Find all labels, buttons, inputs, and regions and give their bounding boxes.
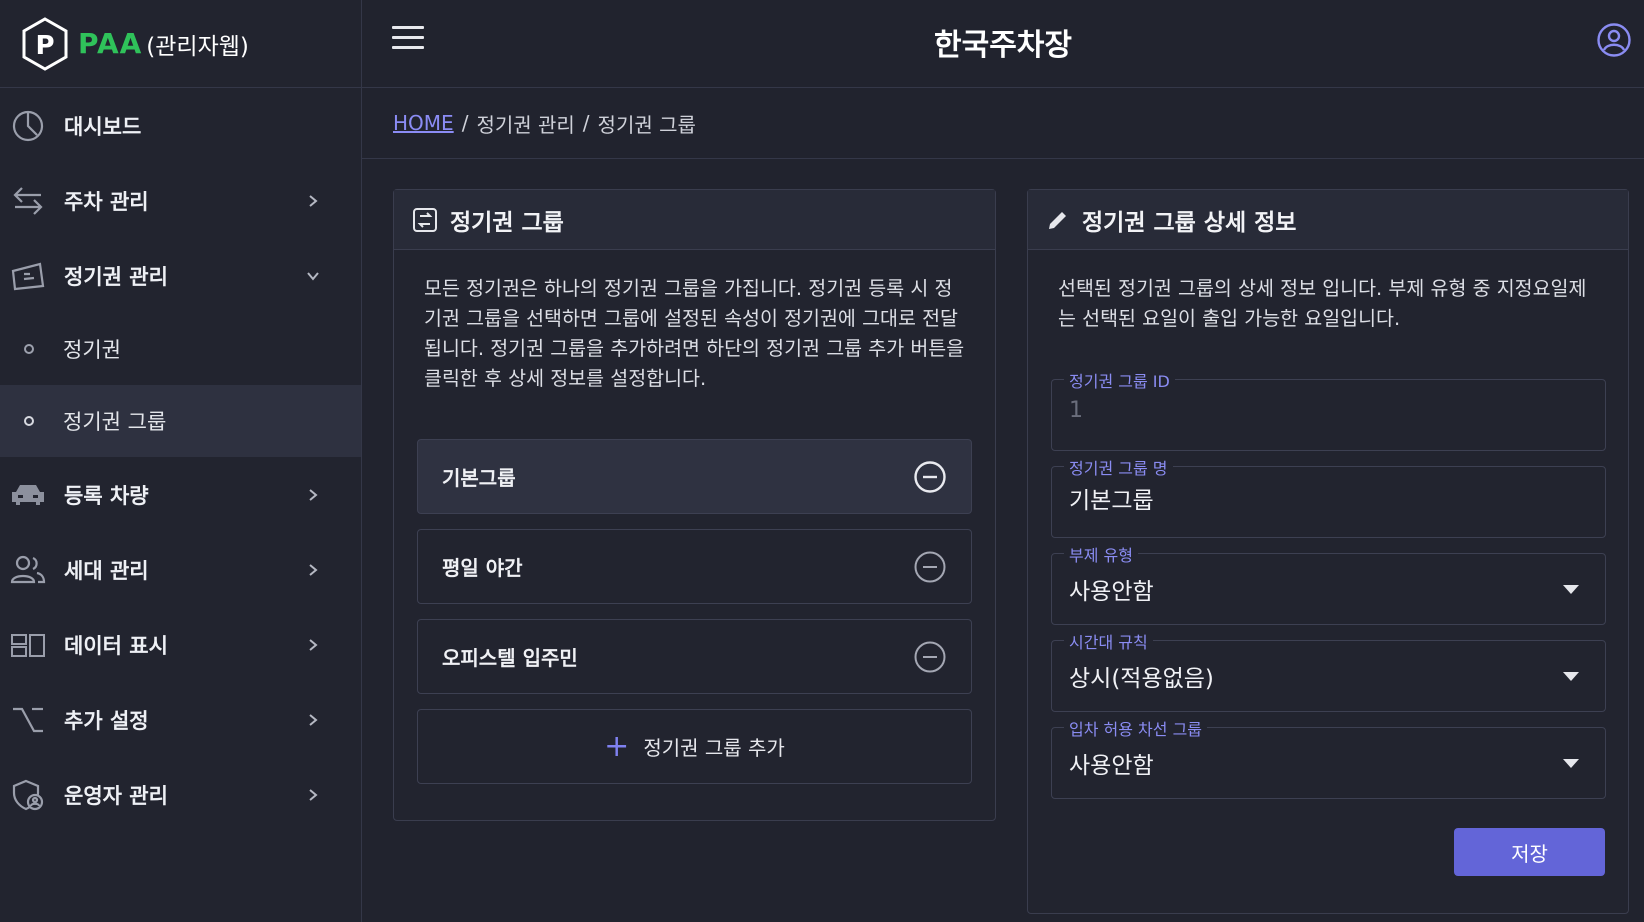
brand-name: PAA (78, 27, 143, 60)
remove-circle-icon[interactable] (913, 460, 947, 494)
lane-group-select[interactable]: 입차 허용 차선 그룹 사용안함 (1051, 716, 1606, 799)
sidebar-subitem-season-pass[interactable]: 정기권 (0, 313, 361, 385)
sidebar-item-households[interactable]: 세대 관리 (0, 532, 361, 607)
dropdown-arrow-icon (1563, 672, 1579, 681)
ticket-icon (10, 258, 46, 294)
logo[interactable]: P PAA (관리자웹) (0, 0, 361, 88)
chevron-right-icon (309, 488, 318, 501)
group-list-item[interactable]: 오피스텔 입주민 (417, 619, 972, 694)
select-value: 사용안함 (1069, 579, 1154, 605)
group-list-item[interactable]: 평일 야간 (417, 529, 972, 604)
add-group-button[interactable]: + 정기권 그룹 추가 (417, 709, 972, 784)
people-icon (10, 552, 46, 588)
breadcrumb-level1: 정기권 관리 (476, 112, 575, 137)
user-profile-icon[interactable] (1596, 22, 1632, 58)
sidebar-item-label: 추가 설정 (64, 708, 149, 733)
admin-shield-icon (10, 777, 46, 813)
breadcrumb-level2: 정기권 그룹 (597, 112, 696, 137)
sidebar-item-season-pass[interactable]: 정기권 관리 (0, 238, 361, 313)
add-group-label: 정기권 그룹 추가 (643, 736, 785, 760)
breadcrumb-separator: / (582, 111, 590, 135)
sidebar-item-label: 세대 관리 (64, 558, 149, 583)
page-title: 한국주차장 (934, 28, 1072, 63)
panel-description: 모든 정기권은 하나의 정기권 그룹을 가집니다. 정기권 등록 시 정기권 그… (424, 277, 965, 390)
group-list-panel: 정기권 그룹 모든 정기권은 하나의 정기권 그룹을 가집니다. 정기권 등록 … (393, 189, 996, 821)
time-rule-select[interactable]: 시간대 규칙 상시(적용없음) (1051, 629, 1606, 712)
breadcrumb-home-link[interactable]: HOME (393, 111, 454, 135)
ticket-exchange-icon (413, 207, 437, 232)
chevron-right-icon (309, 638, 318, 651)
sidebar: P PAA (관리자웹) 대시보드 주차 관리 정기권 관리 정기권 정기권 그… (0, 0, 362, 922)
sidebar-item-label: 운영자 관리 (64, 783, 168, 808)
group-name: 평일 야간 (442, 556, 523, 580)
remove-circle-icon[interactable] (913, 550, 947, 584)
sidebar-item-label: 대시보드 (64, 114, 142, 139)
select-value: 사용안함 (1069, 753, 1154, 779)
field-label: 시간대 규칙 (1064, 629, 1153, 653)
group-detail-panel: 정기권 그룹 상세 정보 선택된 정기권 그룹의 상세 정보 입니다. 부제 유… (1027, 189, 1629, 914)
panel-header: 정기권 그룹 상세 정보 (1028, 190, 1628, 250)
remove-circle-icon[interactable] (913, 640, 947, 674)
brand-subtitle: (관리자웹) (146, 33, 249, 60)
group-id-field: 정기권 그룹 ID (1051, 368, 1606, 451)
save-button[interactable]: 저장 (1454, 828, 1605, 876)
field-label: 부제 유형 (1064, 542, 1138, 566)
panel-title: 정기권 그룹 (450, 209, 564, 236)
sidebar-subitem-label: 정기권 (63, 338, 121, 362)
sidebar-nav: 대시보드 주차 관리 정기권 관리 정기권 정기권 그룹 등록 차량 세대 관리… (0, 88, 361, 832)
menu-toggle-icon[interactable] (392, 26, 424, 52)
sidebar-item-extra-settings[interactable]: 추가 설정 (0, 682, 361, 757)
panel-description: 선택된 정기권 그룹의 상세 정보 입니다. 부제 유형 중 지정요일제는 선택… (1058, 277, 1587, 330)
sidebar-item-label: 주차 관리 (64, 189, 149, 214)
subtype-select[interactable]: 부제 유형 사용안함 (1051, 542, 1606, 625)
sidebar-item-registered-vehicles[interactable]: 등록 차량 (0, 457, 361, 532)
chevron-right-icon (309, 788, 318, 801)
display-icon (10, 627, 46, 663)
breadcrumb: HOME / 정기권 관리 / 정기권 그룹 (362, 88, 1644, 159)
bullet-icon (24, 416, 34, 426)
dropdown-arrow-icon (1563, 585, 1579, 594)
chevron-right-icon (309, 563, 318, 576)
group-list: 기본그룹 평일 야간 오피스텔 입주민 + 정기권 그룹 추가 (417, 439, 972, 784)
group-name-input[interactable] (1069, 485, 1549, 511)
option-icon (10, 702, 46, 738)
group-id-input (1069, 398, 1549, 423)
sidebar-subitem-label: 정기권 그룹 (63, 410, 167, 434)
group-name: 오피스텔 입주민 (442, 646, 578, 670)
field-label: 입차 허용 차선 그룹 (1064, 716, 1208, 740)
dropdown-arrow-icon (1563, 759, 1579, 768)
chevron-right-icon (309, 713, 318, 726)
bullet-icon (24, 344, 34, 354)
car-icon (10, 477, 46, 513)
chevron-down-icon (307, 271, 319, 281)
dashboard-icon (10, 108, 46, 144)
parking-logo-icon: P (22, 16, 68, 71)
field-label: 정기권 그룹 ID (1064, 368, 1175, 392)
field-label: 정기권 그룹 명 (1064, 455, 1173, 479)
panel-title: 정기권 그룹 상세 정보 (1082, 209, 1297, 236)
panel-header: 정기권 그룹 (394, 190, 995, 250)
breadcrumb-separator: / (461, 111, 469, 135)
group-name-field: 정기권 그룹 명 (1051, 455, 1606, 538)
sidebar-item-parking[interactable]: 주차 관리 (0, 163, 361, 238)
group-name: 기본그룹 (442, 466, 516, 490)
svg-text:P: P (35, 31, 54, 61)
top-bar: 한국주차장 (362, 0, 1644, 88)
sidebar-item-label: 정기권 관리 (64, 264, 168, 289)
sidebar-subitem-season-pass-group[interactable]: 정기권 그룹 (0, 385, 361, 457)
pencil-icon (1049, 211, 1066, 229)
sidebar-item-operators[interactable]: 운영자 관리 (0, 757, 361, 832)
sidebar-item-dashboard[interactable]: 대시보드 (0, 88, 361, 163)
transfer-arrows-icon (10, 183, 46, 219)
sidebar-item-label: 등록 차량 (64, 483, 149, 508)
sidebar-item-label: 데이터 표시 (64, 633, 168, 658)
select-value: 상시(적용없음) (1069, 666, 1214, 692)
plus-icon: + (604, 728, 630, 764)
chevron-right-icon (309, 194, 318, 207)
group-list-item[interactable]: 기본그룹 (417, 439, 972, 514)
sidebar-item-data-display[interactable]: 데이터 표시 (0, 607, 361, 682)
